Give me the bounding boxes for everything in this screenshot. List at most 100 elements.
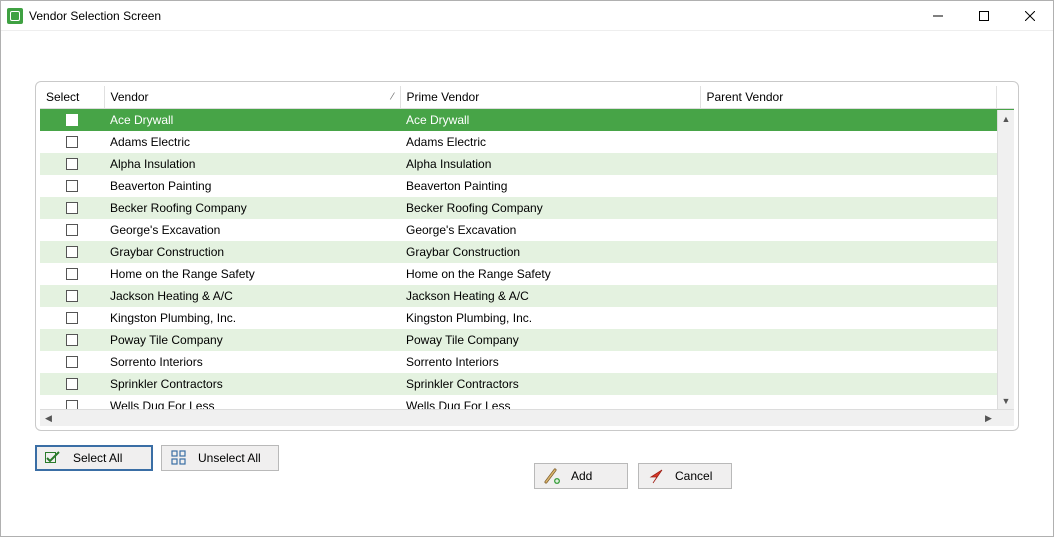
row-checkbox[interactable] [66,356,78,368]
col-header-scroll [996,86,1014,109]
cell-parent [700,285,996,307]
row-checkbox[interactable] [66,224,78,236]
maximize-button[interactable] [961,1,1007,31]
cell-parent [700,307,996,329]
cell-parent [700,219,996,241]
row-checkbox[interactable] [66,268,78,280]
maximize-icon [979,11,989,21]
cell-vendor: Kingston Plumbing, Inc. [104,307,400,329]
horizontal-scrollbar[interactable]: ◀ ▶ [40,409,1014,426]
vendor-panel: Select Vendor ⁄ Prime Vendor Parent Vend… [35,81,1019,431]
cell-prime: Becker Roofing Company [400,197,700,219]
cell-vendor: Beaverton Painting [104,175,400,197]
cell-vendor: Jackson Heating & A/C [104,285,400,307]
minimize-button[interactable] [915,1,961,31]
scroll-left-icon[interactable]: ◀ [40,410,57,426]
close-button[interactable] [1007,1,1053,31]
cell-vendor: Graybar Construction [104,241,400,263]
scroll-right-icon[interactable]: ▶ [980,410,997,426]
cell-parent [700,131,996,153]
cancel-label: Cancel [675,469,712,483]
table-row[interactable]: Graybar ConstructionGraybar Construction [40,241,1014,263]
row-checkbox[interactable] [66,246,78,258]
table-row[interactable]: Sprinkler ContractorsSprinkler Contracto… [40,373,1014,395]
add-button[interactable]: Add [534,463,628,489]
cell-parent [700,263,996,285]
row-checkbox[interactable] [66,136,78,148]
cell-prime: Kingston Plumbing, Inc. [400,307,700,329]
cell-prime: Alpha Insulation [400,153,700,175]
table-row[interactable]: Sorrento InteriorsSorrento Interiors [40,351,1014,373]
scroll-up-icon[interactable]: ▲ [998,110,1014,127]
cell-prime: Sorrento Interiors [400,351,700,373]
cell-parent [700,373,996,395]
add-label: Add [571,469,592,483]
cell-prime: Graybar Construction [400,241,700,263]
cell-parent [700,241,996,263]
sort-indicator-icon: ⁄ [392,92,394,103]
select-all-button[interactable]: Select All [35,445,153,471]
table-row[interactable]: Adams ElectricAdams Electric [40,131,1014,153]
row-checkbox[interactable] [66,180,78,192]
window-title: Vendor Selection Screen [29,9,161,23]
cell-parent [700,175,996,197]
row-checkbox[interactable] [66,334,78,346]
cell-vendor: Adams Electric [104,131,400,153]
row-checkbox[interactable] [66,158,78,170]
cell-prime: Beaverton Painting [400,175,700,197]
table-row[interactable]: Becker Roofing CompanyBecker Roofing Com… [40,197,1014,219]
table-row[interactable]: Poway Tile CompanyPoway Tile Company [40,329,1014,351]
cell-vendor: Home on the Range Safety [104,263,400,285]
cell-prime: Home on the Range Safety [400,263,700,285]
vertical-scrollbar[interactable]: ▲ ▼ [997,110,1014,409]
cell-parent [700,197,996,219]
table-row[interactable]: Kingston Plumbing, Inc.Kingston Plumbing… [40,307,1014,329]
table-row[interactable]: Alpha InsulationAlpha Insulation [40,153,1014,175]
cell-prime: Ace Drywall [400,109,700,131]
cell-prime: Sprinkler Contractors [400,373,700,395]
cell-prime: Poway Tile Company [400,329,700,351]
app-icon [7,8,23,24]
select-all-label: Select All [73,451,122,465]
table-row[interactable]: Ace DrywallAce Drywall [40,109,1014,131]
scroll-down-icon[interactable]: ▼ [998,392,1014,409]
cell-vendor: Alpha Insulation [104,153,400,175]
table-row[interactable]: Jackson Heating & A/CJackson Heating & A… [40,285,1014,307]
cancel-button[interactable]: Cancel [638,463,732,489]
col-header-prime[interactable]: Prime Vendor [400,86,700,109]
cancel-icon [647,467,665,485]
cell-parent [700,153,996,175]
cell-parent [700,329,996,351]
cell-prime: George's Excavation [400,219,700,241]
cell-prime: Adams Electric [400,131,700,153]
row-checkbox[interactable] [66,378,78,390]
unselect-all-icon [170,449,188,467]
unselect-all-label: Unselect All [198,451,261,465]
cell-prime: Jackson Heating & A/C [400,285,700,307]
table-row[interactable]: Beaverton PaintingBeaverton Painting [40,175,1014,197]
row-checkbox[interactable] [66,202,78,214]
table-row[interactable]: George's ExcavationGeorge's Excavation [40,219,1014,241]
row-checkbox[interactable] [66,114,78,126]
col-header-vendor[interactable]: Vendor ⁄ [104,86,400,109]
titlebar: Vendor Selection Screen [1,1,1053,31]
cell-vendor: Poway Tile Company [104,329,400,351]
row-checkbox[interactable] [66,312,78,324]
vendor-table: Select Vendor ⁄ Prime Vendor Parent Vend… [40,86,1014,426]
cell-vendor: Sprinkler Contractors [104,373,400,395]
unselect-all-button[interactable]: Unselect All [161,445,279,471]
add-icon [543,467,561,485]
row-checkbox[interactable] [66,290,78,302]
minimize-icon [933,11,943,21]
col-header-parent[interactable]: Parent Vendor [700,86,996,109]
select-all-icon [45,449,63,467]
cell-vendor: Ace Drywall [104,109,400,131]
cell-parent [700,109,996,131]
close-icon [1025,11,1035,21]
cell-vendor: George's Excavation [104,219,400,241]
cell-vendor: Becker Roofing Company [104,197,400,219]
col-header-select[interactable]: Select [40,86,104,109]
cell-vendor: Sorrento Interiors [104,351,400,373]
table-row[interactable]: Home on the Range SafetyHome on the Rang… [40,263,1014,285]
cell-parent [700,351,996,373]
